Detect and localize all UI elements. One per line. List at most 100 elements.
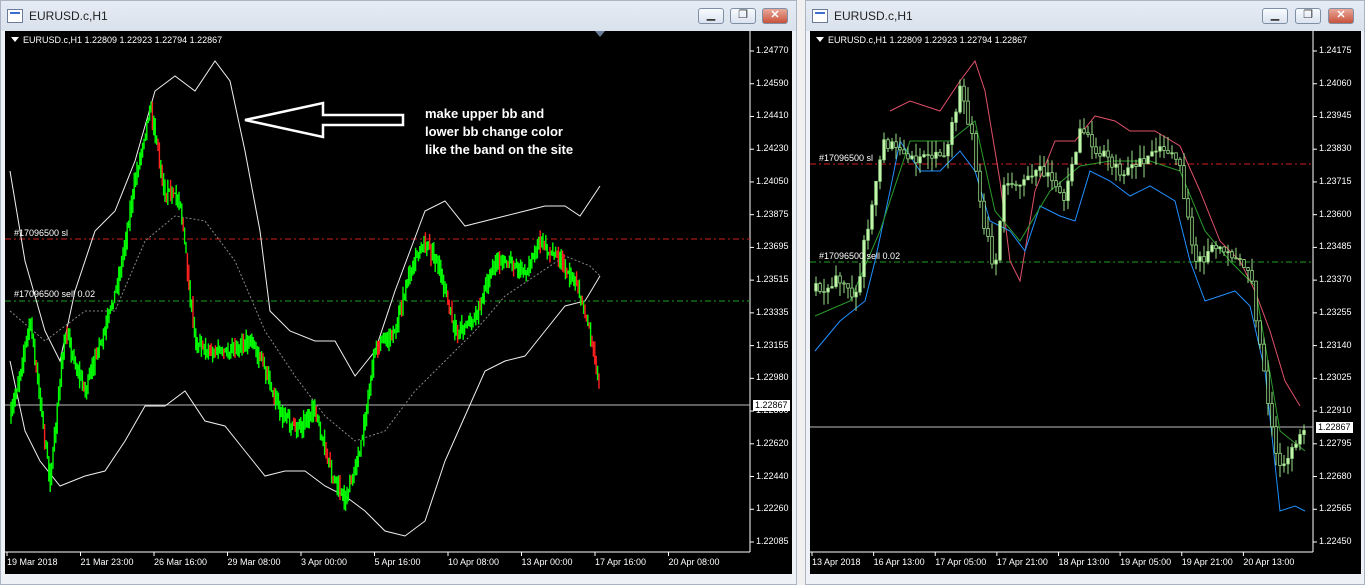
candle-body — [882, 139, 886, 161]
close-button[interactable]: ✕ — [762, 8, 788, 24]
candle-body — [1094, 146, 1098, 154]
right-date-label: 19 Apr 21:00 — [1181, 557, 1233, 567]
dropdown-triangle-icon[interactable] — [11, 37, 19, 42]
close-button[interactable]: ✕ — [1328, 8, 1354, 24]
candle-body — [946, 144, 950, 157]
annotation-arrow-icon — [244, 101, 405, 139]
candle-body — [814, 283, 818, 292]
dropdown-triangle-icon[interactable] — [816, 37, 824, 42]
left-date-label: 20 Apr 08:00 — [668, 557, 720, 567]
candle-body — [1106, 150, 1110, 158]
right-chart-canvas — [810, 31, 1317, 556]
candle-body — [962, 85, 966, 102]
candle-body — [986, 228, 990, 237]
left-date-label: 19 Mar 2018 — [7, 557, 58, 567]
candle-body — [838, 275, 842, 284]
minimize-button[interactable]: ▁ — [1262, 8, 1288, 24]
candle-body — [1022, 179, 1026, 186]
left-price-label: 1.22980 — [756, 372, 789, 383]
annotation-line: like the band on the site — [425, 142, 574, 157]
candle-body — [970, 123, 974, 134]
candle-body — [1150, 151, 1154, 157]
right-date-label: 13 Apr 2018 — [812, 557, 861, 567]
candle-body — [1214, 244, 1218, 250]
right-price-label: 1.23945 — [1319, 110, 1352, 121]
candle-body — [1078, 128, 1082, 153]
right-date-label: 16 Apr 13:00 — [873, 557, 925, 567]
candle-body — [1058, 186, 1062, 193]
left-window-title: EURUSD.c,H1 — [29, 9, 108, 23]
candle-body — [842, 282, 846, 285]
candle-body — [938, 151, 942, 157]
right-titlebar[interactable]: EURUSD.c,H1 ▁ ❐ ✕ — [806, 1, 1364, 31]
candle-body — [818, 283, 822, 292]
candle-body — [902, 149, 906, 155]
left-price-label: 1.22620 — [756, 437, 789, 448]
candle-body — [978, 170, 982, 202]
restore-button[interactable]: ❐ — [1295, 8, 1321, 24]
candle-body — [1166, 150, 1170, 154]
left-price-chart[interactable]: EURUSD.c,H1 1.22809 1.22923 1.22794 1.22… — [5, 31, 792, 574]
candle-body — [1098, 153, 1102, 157]
candle-body — [950, 121, 954, 145]
candle-body — [1082, 128, 1086, 134]
candle-body — [834, 275, 838, 287]
left-sell-label: #17096500 sell 0.02 — [14, 289, 96, 299]
right-price-label: 1.23485 — [1319, 241, 1352, 252]
right-price-label: 1.22680 — [1319, 470, 1352, 481]
annotation-note: make upper bb and lower bb change color … — [425, 105, 573, 159]
annotation-line: lower bb change color — [425, 124, 563, 139]
right-price-label: 1.22565 — [1319, 503, 1352, 514]
candle-body — [1222, 246, 1226, 253]
left-price-label: 1.23155 — [756, 339, 789, 350]
candle-body — [894, 141, 898, 149]
candle-body — [822, 291, 826, 293]
candle-body — [1262, 343, 1266, 372]
right-date-label: 19 Apr 05:00 — [1120, 557, 1172, 567]
candle-body — [1026, 175, 1030, 181]
left-chart-window: EURUSD.c,H1 ▁ ❐ ✕ EURUSD.c,H1 1.22809 1.… — [0, 0, 797, 585]
candle-body — [934, 151, 938, 159]
left-date-label: 21 Mar 23:00 — [80, 557, 134, 567]
restore-button[interactable]: ❐ — [730, 8, 756, 24]
candle-body — [854, 291, 858, 298]
left-quote-text: EURUSD.c,H1 1.22809 1.22923 1.22794 1.22… — [23, 35, 223, 45]
candle-body — [1190, 216, 1194, 246]
candle-body — [1050, 172, 1054, 182]
minimize-button[interactable]: ▁ — [698, 8, 724, 24]
right-date-label: 17 Apr 05:00 — [935, 557, 987, 567]
chart-window-icon — [812, 9, 828, 23]
right-quote-text: EURUSD.c,H1 1.22809 1.22923 1.22794 1.22… — [828, 35, 1028, 45]
right-window-title: EURUSD.c,H1 — [834, 9, 913, 23]
candle-body — [898, 147, 902, 151]
right-price-label: 1.23025 — [1319, 372, 1352, 383]
candle-body — [1158, 146, 1162, 152]
left-date-label: 29 Mar 08:00 — [227, 557, 281, 567]
right-date-label: 20 Apr 13:00 — [1243, 557, 1295, 567]
candle-body — [1114, 163, 1118, 168]
annotation-line: make upper bb and — [425, 106, 545, 121]
candle-body — [910, 155, 914, 160]
scroll-marker-icon — [595, 31, 605, 37]
candle-body — [886, 139, 890, 149]
candle-body — [858, 276, 862, 293]
candle-body — [1290, 447, 1294, 459]
candle-body — [830, 286, 834, 289]
right-chart-header: EURUSD.c,H1 1.22809 1.22923 1.22794 1.22… — [816, 35, 1027, 45]
right-date-label: 18 Apr 13:00 — [1058, 557, 1110, 567]
candle-body — [918, 156, 922, 164]
left-price-label: 1.24230 — [756, 143, 789, 154]
candle-body — [1226, 251, 1230, 254]
candle-body — [1042, 166, 1046, 177]
candle-body — [906, 153, 910, 160]
right-price-label: 1.23370 — [1319, 274, 1352, 285]
candle-body — [1010, 183, 1014, 185]
candle-body — [1198, 256, 1202, 262]
left-titlebar[interactable]: EURUSD.c,H1 ▁ ❐ ✕ — [1, 1, 796, 31]
candle-body — [1174, 152, 1178, 160]
candle-body — [1070, 163, 1074, 182]
candle-body — [1242, 259, 1246, 269]
candle-body — [1250, 270, 1254, 282]
upper-band-colored — [889, 59, 1301, 407]
right-price-chart[interactable]: EURUSD.c,H1 1.22809 1.22923 1.22794 1.22… — [810, 31, 1361, 574]
